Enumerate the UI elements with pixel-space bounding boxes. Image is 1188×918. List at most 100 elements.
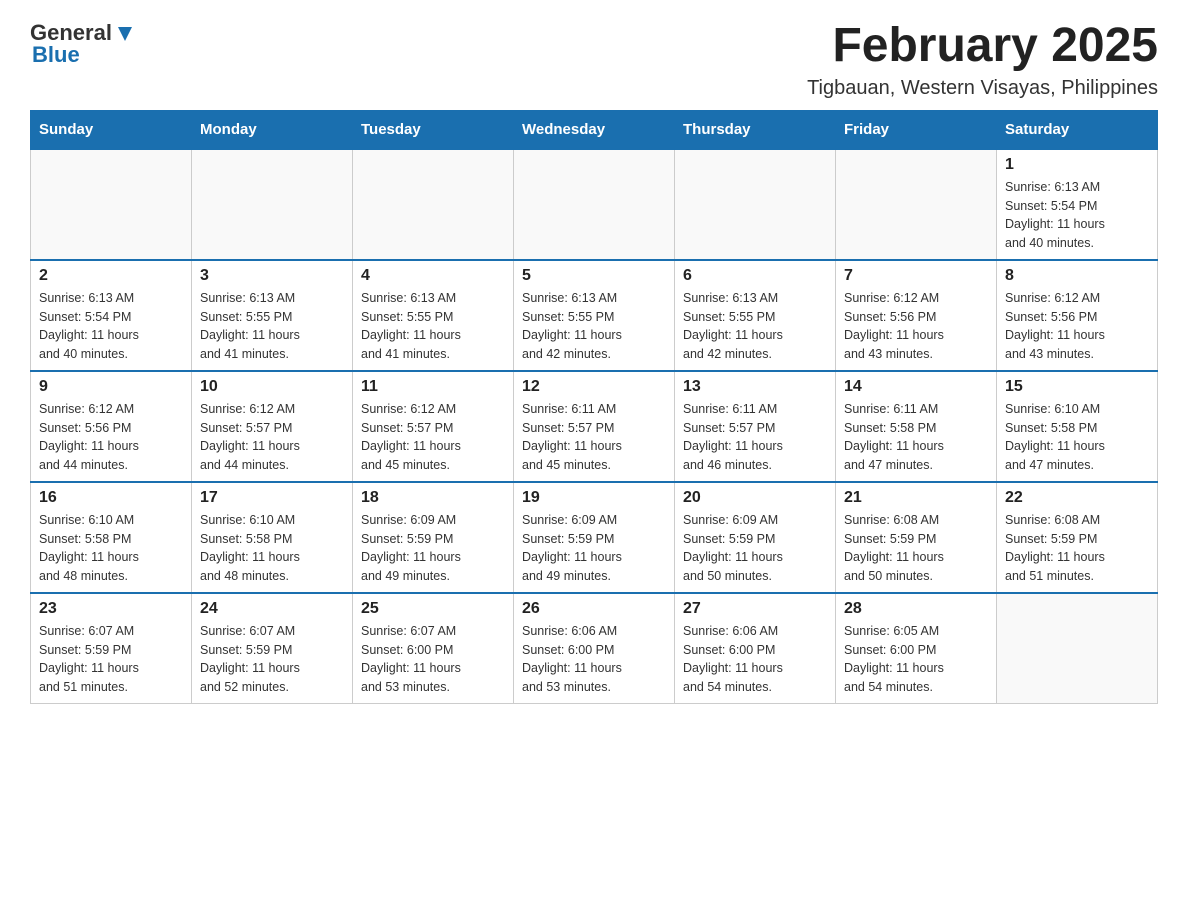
day-info: Sunrise: 6:13 AM Sunset: 5:54 PM Dayligh…	[1005, 178, 1149, 253]
calendar-week-1: 1 Sunrise: 6:13 AM Sunset: 5:54 PM Daylig…	[31, 149, 1158, 260]
day-info: Sunrise: 6:09 AM Sunset: 5:59 PM Dayligh…	[361, 511, 505, 586]
day-number: 21	[844, 489, 988, 507]
day-info: Sunrise: 6:11 AM Sunset: 5:57 PM Dayligh…	[522, 400, 666, 475]
calendar-day: 7 Sunrise: 6:12 AM Sunset: 5:56 PM Daylig…	[836, 260, 997, 371]
calendar-day: 11 Sunrise: 6:12 AM Sunset: 5:57 PM Dayli…	[353, 371, 514, 482]
day-info: Sunrise: 6:08 AM Sunset: 5:59 PM Dayligh…	[844, 511, 988, 586]
day-number: 10	[200, 378, 344, 396]
calendar-day: 21 Sunrise: 6:08 AM Sunset: 5:59 PM Dayli…	[836, 482, 997, 593]
day-number: 9	[39, 378, 183, 396]
calendar-day: 15Sunrise: 6:10 AM Sunset: 5:58 PM Dayli…	[997, 371, 1158, 482]
calendar-day: 13Sunrise: 6:11 AM Sunset: 5:57 PM Dayli…	[675, 371, 836, 482]
calendar-week-4: 16 Sunrise: 6:10 AM Sunset: 5:58 PM Dayli…	[31, 482, 1158, 593]
day-info: Sunrise: 6:06 AM Sunset: 6:00 PM Dayligh…	[522, 622, 666, 697]
calendar-day	[353, 149, 514, 260]
calendar-table: SundayMondayTuesdayWednesdayThursdayFrid…	[30, 110, 1158, 704]
weekday-header-tuesday: Tuesday	[353, 110, 514, 149]
calendar-day: 27 Sunrise: 6:06 AM Sunset: 6:00 PM Dayli…	[675, 593, 836, 704]
day-number: 5	[522, 267, 666, 285]
calendar-day: 9 Sunrise: 6:12 AM Sunset: 5:56 PM Daylig…	[31, 371, 192, 482]
day-info: Sunrise: 6:12 AM Sunset: 5:56 PM Dayligh…	[39, 400, 183, 475]
day-number: 7	[844, 267, 988, 285]
day-number: 22	[1005, 489, 1149, 507]
day-info: Sunrise: 6:12 AM Sunset: 5:56 PM Dayligh…	[1005, 289, 1149, 364]
calendar-day: 28 Sunrise: 6:05 AM Sunset: 6:00 PM Dayli…	[836, 593, 997, 704]
calendar-day: 17 Sunrise: 6:10 AM Sunset: 5:58 PM Dayli…	[192, 482, 353, 593]
calendar-day: 22 Sunrise: 6:08 AM Sunset: 5:59 PM Dayli…	[997, 482, 1158, 593]
day-info: Sunrise: 6:13 AM Sunset: 5:55 PM Dayligh…	[200, 289, 344, 364]
day-number: 28	[844, 600, 988, 618]
weekday-header-monday: Monday	[192, 110, 353, 149]
day-number: 1	[1005, 156, 1149, 174]
day-number: 11	[361, 378, 505, 396]
day-info: Sunrise: 6:08 AM Sunset: 5:59 PM Dayligh…	[1005, 511, 1149, 586]
logo-triangle-icon	[114, 23, 136, 45]
weekday-header-friday: Friday	[836, 110, 997, 149]
day-info: Sunrise: 6:07 AM Sunset: 5:59 PM Dayligh…	[200, 622, 344, 697]
day-info: Sunrise: 6:10 AM Sunset: 5:58 PM Dayligh…	[39, 511, 183, 586]
day-info: Sunrise: 6:12 AM Sunset: 5:57 PM Dayligh…	[361, 400, 505, 475]
day-number: 18	[361, 489, 505, 507]
weekday-header-saturday: Saturday	[997, 110, 1158, 149]
calendar-day: 14 Sunrise: 6:11 AM Sunset: 5:58 PM Dayli…	[836, 371, 997, 482]
day-info: Sunrise: 6:13 AM Sunset: 5:54 PM Dayligh…	[39, 289, 183, 364]
calendar-day: 20 Sunrise: 6:09 AM Sunset: 5:59 PM Dayli…	[675, 482, 836, 593]
calendar-day: 23 Sunrise: 6:07 AM Sunset: 5:59 PM Dayli…	[31, 593, 192, 704]
day-number: 6	[683, 267, 827, 285]
calendar-day: 8 Sunrise: 6:12 AM Sunset: 5:56 PM Daylig…	[997, 260, 1158, 371]
day-number: 8	[1005, 267, 1149, 285]
calendar-day: 16 Sunrise: 6:10 AM Sunset: 5:58 PM Dayli…	[31, 482, 192, 593]
calendar-day: 6 Sunrise: 6:13 AM Sunset: 5:55 PM Daylig…	[675, 260, 836, 371]
day-number: 20	[683, 489, 827, 507]
weekday-header-thursday: Thursday	[675, 110, 836, 149]
calendar-header-row: SundayMondayTuesdayWednesdayThursdayFrid…	[31, 110, 1158, 149]
day-number: 17	[200, 489, 344, 507]
calendar-day: 4Sunrise: 6:13 AM Sunset: 5:55 PM Daylig…	[353, 260, 514, 371]
day-number: 26	[522, 600, 666, 618]
day-info: Sunrise: 6:12 AM Sunset: 5:57 PM Dayligh…	[200, 400, 344, 475]
location-title: Tigbauan, Western Visayas, Philippines	[807, 77, 1158, 100]
day-number: 24	[200, 600, 344, 618]
logo-blue-text: Blue	[32, 42, 80, 68]
calendar-day: 25Sunrise: 6:07 AM Sunset: 6:00 PM Dayli…	[353, 593, 514, 704]
calendar-day	[997, 593, 1158, 704]
day-number: 2	[39, 267, 183, 285]
calendar-day: 1 Sunrise: 6:13 AM Sunset: 5:54 PM Daylig…	[997, 149, 1158, 260]
weekday-header-sunday: Sunday	[31, 110, 192, 149]
day-info: Sunrise: 6:06 AM Sunset: 6:00 PM Dayligh…	[683, 622, 827, 697]
day-number: 13	[683, 378, 827, 396]
page-header: General Blue February 2025 Tigbauan, Wes…	[30, 20, 1158, 100]
day-info: Sunrise: 6:13 AM Sunset: 5:55 PM Dayligh…	[361, 289, 505, 364]
calendar-day	[836, 149, 997, 260]
day-number: 23	[39, 600, 183, 618]
day-info: Sunrise: 6:13 AM Sunset: 5:55 PM Dayligh…	[683, 289, 827, 364]
day-info: Sunrise: 6:11 AM Sunset: 5:58 PM Dayligh…	[844, 400, 988, 475]
calendar-week-3: 9 Sunrise: 6:12 AM Sunset: 5:56 PM Daylig…	[31, 371, 1158, 482]
day-number: 15	[1005, 378, 1149, 396]
day-number: 14	[844, 378, 988, 396]
day-info: Sunrise: 6:12 AM Sunset: 5:56 PM Dayligh…	[844, 289, 988, 364]
calendar-day: 19 Sunrise: 6:09 AM Sunset: 5:59 PM Dayli…	[514, 482, 675, 593]
calendar-day	[31, 149, 192, 260]
calendar-week-2: 2 Sunrise: 6:13 AM Sunset: 5:54 PM Daylig…	[31, 260, 1158, 371]
day-number: 12	[522, 378, 666, 396]
title-area: February 2025 Tigbauan, Western Visayas,…	[807, 20, 1158, 100]
calendar-day: 10 Sunrise: 6:12 AM Sunset: 5:57 PM Dayli…	[192, 371, 353, 482]
day-info: Sunrise: 6:10 AM Sunset: 5:58 PM Dayligh…	[200, 511, 344, 586]
calendar-day: 24 Sunrise: 6:07 AM Sunset: 5:59 PM Dayli…	[192, 593, 353, 704]
calendar-day: 3Sunrise: 6:13 AM Sunset: 5:55 PM Daylig…	[192, 260, 353, 371]
day-info: Sunrise: 6:13 AM Sunset: 5:55 PM Dayligh…	[522, 289, 666, 364]
day-number: 27	[683, 600, 827, 618]
calendar-day	[514, 149, 675, 260]
day-info: Sunrise: 6:09 AM Sunset: 5:59 PM Dayligh…	[683, 511, 827, 586]
day-info: Sunrise: 6:09 AM Sunset: 5:59 PM Dayligh…	[522, 511, 666, 586]
calendar-day: 2 Sunrise: 6:13 AM Sunset: 5:54 PM Daylig…	[31, 260, 192, 371]
weekday-header-wednesday: Wednesday	[514, 110, 675, 149]
calendar-day	[675, 149, 836, 260]
calendar-day: 5 Sunrise: 6:13 AM Sunset: 5:55 PM Daylig…	[514, 260, 675, 371]
day-number: 19	[522, 489, 666, 507]
day-info: Sunrise: 6:07 AM Sunset: 5:59 PM Dayligh…	[39, 622, 183, 697]
calendar-week-5: 23 Sunrise: 6:07 AM Sunset: 5:59 PM Dayli…	[31, 593, 1158, 704]
day-info: Sunrise: 6:05 AM Sunset: 6:00 PM Dayligh…	[844, 622, 988, 697]
day-number: 16	[39, 489, 183, 507]
